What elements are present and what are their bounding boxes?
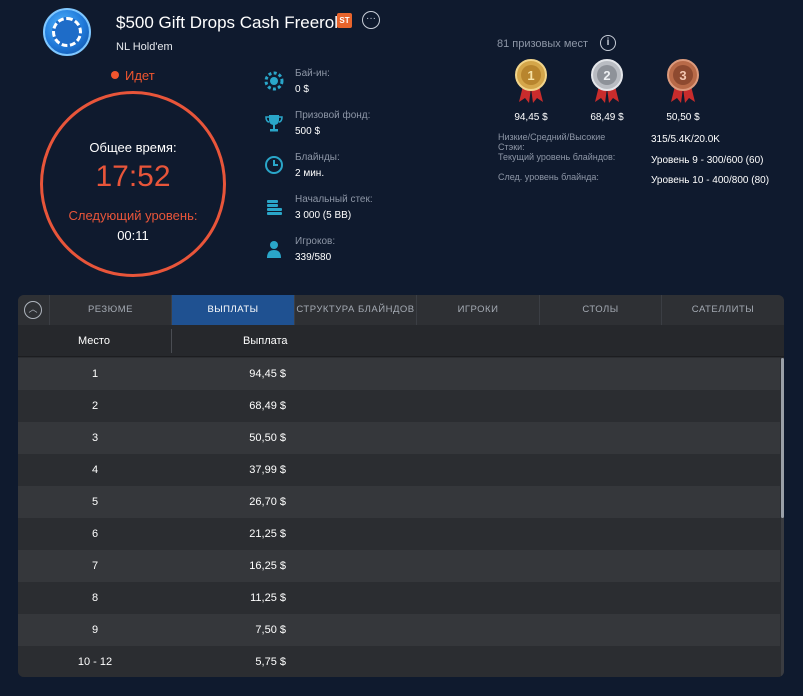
column-place[interactable]: Место [78, 335, 110, 347]
current-blind-value: Уровень 9 - 300/600 (60) [651, 155, 764, 166]
players-info: Игроков: 339/580 [263, 236, 473, 276]
prize-pool-info: Призовой фонд: 500 $ [263, 110, 473, 150]
chip-icon [264, 71, 284, 91]
third-prize-amount: 50,50 $ [666, 112, 700, 123]
players-value: 339/580 [295, 252, 332, 263]
payout-cell: 94,45 $ [249, 368, 286, 380]
st-badge: ST [337, 13, 352, 28]
blinds-label: Блайнды: [295, 152, 340, 163]
current-blind-label: Текущий уровень блайндов: [498, 152, 616, 162]
table-row: 7 16,25 $ [18, 550, 780, 582]
next-blind-label: След. уровень блайнда: [498, 172, 599, 182]
user-icon [267, 241, 281, 258]
table-row: 1 94,45 $ [18, 358, 780, 390]
stacks-label: Низкие/Средний/Высокие Стэки: [498, 132, 606, 152]
scrollbar-thumb[interactable] [781, 358, 784, 518]
silver-medal-icon: 2 [591, 59, 623, 103]
medal-place-3: 3 [679, 68, 686, 83]
payout-cell: 37,99 $ [249, 464, 286, 476]
payout-cell: 21,25 $ [249, 528, 286, 540]
first-prize-amount: 94,45 $ [514, 112, 548, 123]
starting-stack-info: Начальный стек: 3 000 (5 BB) [263, 194, 473, 234]
place-cell: 1 [91, 368, 99, 380]
table-row: 6 21,25 $ [18, 518, 780, 550]
table-row: 3 50,50 $ [18, 422, 780, 454]
table-row: 8 11,25 $ [18, 582, 780, 614]
tournament-title: $500 Gift Drops Cash Freeroll [116, 13, 342, 32]
total-time-value: 17:52 [95, 160, 171, 193]
second-prize-amount: 68,49 $ [590, 112, 624, 123]
tab-satellites[interactable]: САТЕЛЛИТЫ [661, 295, 784, 325]
tab-bar: ︿ РЕЗЮМЕ ВЫПЛАТЫ СТРУКТУРА БЛАЙНДОВ ИГРО… [18, 295, 784, 325]
next-level-value: 00:11 [117, 228, 149, 243]
gold-medal-icon: 1 [515, 59, 547, 103]
payout-cell: 50,50 $ [249, 432, 286, 444]
status-text: Идет [125, 68, 155, 83]
timer-circle: Общее время: 17:52 Следующий уровень: 00… [40, 91, 226, 277]
chevron-up-icon[interactable]: ︿ [24, 301, 42, 319]
scrollbar[interactable] [781, 358, 784, 677]
place-cell: 9 [91, 624, 99, 636]
starting-stack-label: Начальный стек: [295, 194, 373, 205]
tab-payouts[interactable]: ВЫПЛАТЫ [171, 295, 294, 325]
trophy-icon [265, 115, 283, 132]
clock-icon [265, 156, 283, 174]
bronze-medal-icon: 3 [667, 59, 699, 103]
details-panel: ︿ РЕЗЮМЕ ВЫПЛАТЫ СТРУКТУРА БЛАЙНДОВ ИГРО… [18, 295, 784, 677]
place-cell: 8 [91, 592, 99, 604]
column-payout[interactable]: Выплата [243, 335, 288, 347]
medal-place-2: 2 [603, 68, 610, 83]
starting-stack-value: 3 000 (5 BB) [295, 210, 352, 221]
table-row: 5 26,70 $ [18, 486, 780, 518]
table-row: 10 - 12 5,75 $ [18, 646, 780, 677]
payout-cell: 5,75 $ [255, 656, 286, 668]
buyin-value: 0 $ [295, 84, 309, 95]
players-label: Игроков: [295, 236, 336, 247]
tournament-logo [43, 8, 91, 56]
tab-blind-structure[interactable]: СТРУКТУРА БЛАЙНДОВ [294, 295, 416, 325]
place-cell: 10 - 12 [77, 656, 113, 668]
buyin-info: Бай-ин: 0 $ [263, 68, 473, 108]
table-row: 4 37,99 $ [18, 454, 780, 486]
place-cell: 7 [91, 560, 99, 572]
column-divider [171, 329, 172, 353]
prize-places-count: 81 призовых мест [497, 38, 589, 50]
info-icon[interactable]: i [600, 35, 616, 51]
payout-cell: 16,25 $ [249, 560, 286, 572]
status-indicator: Идет [111, 68, 155, 83]
medal-place-1: 1 [527, 68, 534, 83]
place-cell: 4 [91, 464, 99, 476]
blinds-value: 2 мин. [295, 168, 325, 179]
blinds-info: Блайнды: 2 мин. [263, 152, 473, 192]
payout-cell: 11,25 $ [250, 592, 286, 604]
table-header: Место Выплата [18, 325, 784, 357]
ellipsis-icon[interactable]: ··· [362, 11, 380, 29]
tab-players[interactable]: ИГРОКИ [416, 295, 539, 325]
stacks-value: 315/5.4K/20.0K [651, 134, 720, 145]
place-cell: 2 [91, 400, 99, 412]
payout-cell: 7,50 $ [255, 624, 286, 636]
place-cell: 6 [91, 528, 99, 540]
buyin-label: Бай-ин: [295, 68, 330, 79]
table-row: 9 7,50 $ [18, 614, 780, 646]
chip-stack-icon [267, 200, 282, 215]
prize-pool-label: Призовой фонд: [295, 110, 371, 121]
place-cell: 3 [91, 432, 99, 444]
payout-cell: 26,70 $ [249, 496, 286, 508]
table-row: 2 68,49 $ [18, 390, 780, 422]
payout-rows: 1 94,45 $ 2 68,49 $ 3 50,50 $ 4 37,99 $ 5 26,70 $… [18, 358, 780, 677]
next-level-label: Следующий уровень: [68, 208, 198, 223]
prize-pool-value: 500 $ [295, 126, 321, 137]
status-dot-icon [111, 71, 119, 79]
tab-tables[interactable]: СТОЛЫ [539, 295, 661, 325]
tab-summary[interactable]: РЕЗЮМЕ [49, 295, 171, 325]
game-type: NL Hold'em [116, 41, 173, 53]
tournament-header: $500 Gift Drops Cash Freeroll ST ··· NL … [0, 0, 803, 290]
place-cell: 5 [91, 496, 99, 508]
total-time-label: Общее время: [89, 140, 177, 155]
next-blind-value: Уровень 10 - 400/800 (80) [651, 175, 770, 186]
payout-cell: 68,49 $ [249, 400, 286, 412]
